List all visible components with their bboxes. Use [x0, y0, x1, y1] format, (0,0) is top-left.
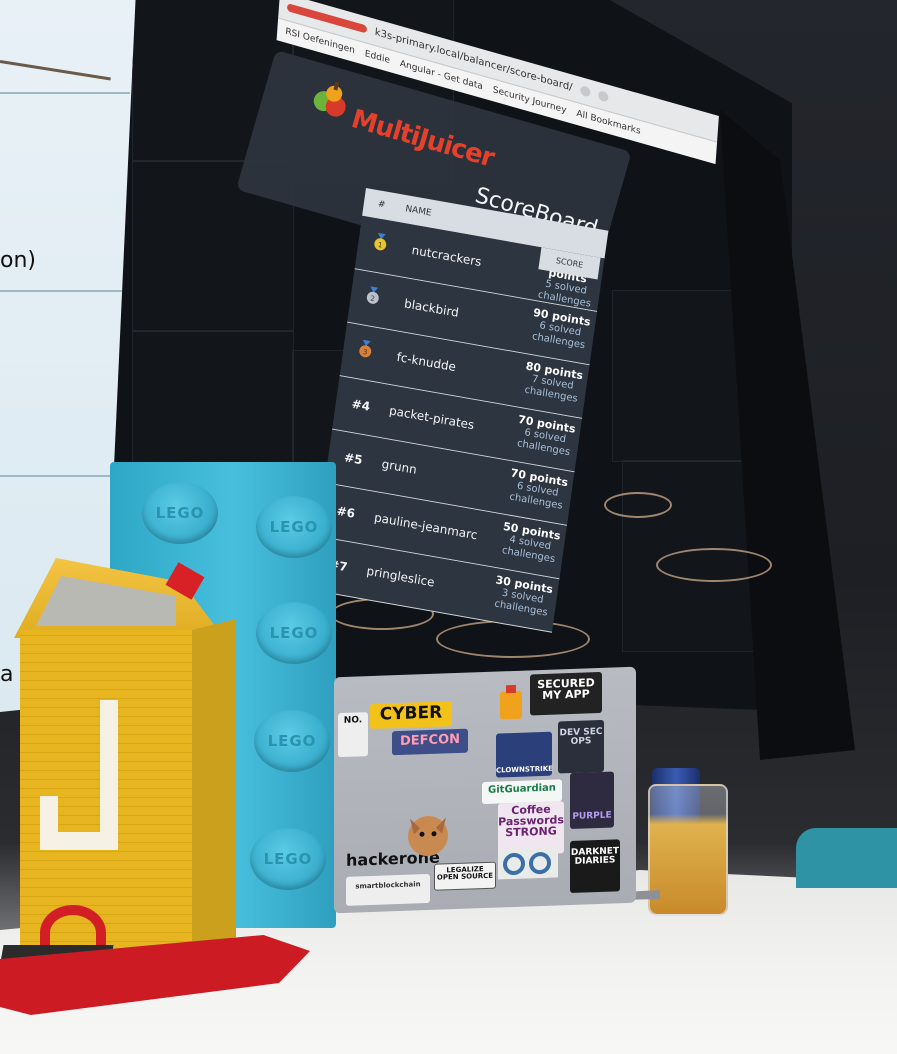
- projection-text: on): [0, 248, 36, 273]
- team-name: pringleslice: [365, 563, 436, 590]
- projection-divider: [0, 92, 130, 94]
- yellow-lego-house: [0, 558, 240, 960]
- team-score: 70 points 6 solved challenges: [506, 466, 570, 513]
- team-name: pauline-jeanmarc: [373, 510, 479, 543]
- sticker-secured: SECURED MY APP: [530, 671, 602, 716]
- multijuicer-logo-icon: [313, 81, 346, 117]
- photo-scene: on) a k3s-primary.local/balancer/score-b…: [0, 0, 897, 1054]
- gears-sticker-icon: [498, 847, 558, 880]
- house-letter-j: [40, 700, 140, 860]
- lego-stud: LEGO: [250, 828, 326, 890]
- sticker-darknet: DARKNET DIARIES: [570, 839, 620, 894]
- house-side-wall: [192, 619, 236, 948]
- team-score: 50 points 4 solved challenges: [498, 520, 562, 567]
- team-name: packet-pirates: [388, 403, 476, 433]
- team-name: fc-knudde: [395, 349, 457, 375]
- projection-divider: [0, 290, 130, 292]
- sticker-purple: PURPLE: [570, 771, 614, 830]
- sticker-clownstrike: CLOWNSTRIKE: [496, 731, 553, 778]
- team-name: grunn: [380, 456, 418, 477]
- gold-medal-icon: 1: [374, 232, 387, 251]
- sticker-devsecops: DEV SEC OPS: [558, 719, 604, 774]
- sticker-gitguardian: GitGuardian: [482, 779, 562, 805]
- lego-stud: LEGO: [256, 496, 332, 558]
- sticker-smartblockchain: smartblockchain: [346, 873, 430, 906]
- juice-shop-sticker-icon: [500, 684, 522, 720]
- team-score: 30 points 3 solved challenges: [491, 573, 555, 620]
- team-score: 80 points 7 solved challenges: [521, 359, 585, 406]
- sticker-legalize: LEGALIZE OPEN SOURCE: [434, 861, 496, 891]
- dog-sticker-icon: [408, 815, 448, 857]
- bookmark-item[interactable]: Eddie: [364, 49, 390, 66]
- row-rank: #6: [335, 503, 356, 521]
- extension-icon[interactable]: [598, 90, 609, 103]
- team-name: nutcrackers: [410, 242, 483, 270]
- team-name: blackbird: [403, 296, 460, 320]
- row-rank: #5: [343, 450, 364, 468]
- silver-medal-icon: 2: [366, 286, 379, 304]
- row-rank: #4: [350, 396, 371, 414]
- light-reflection: [604, 492, 672, 518]
- light-reflection: [656, 548, 772, 582]
- extension-icon[interactable]: [580, 84, 591, 98]
- laptop-lid: NO. CYBER DEFCON SECURED MY APP DEV SEC …: [334, 666, 636, 914]
- bronze-medal-icon: 3: [359, 339, 372, 358]
- beer-glass: [648, 784, 728, 916]
- sticker-strong: STRONG: [505, 824, 557, 840]
- team-score: 70 points 6 solved challenges: [513, 413, 577, 460]
- column-header-rank: #: [377, 199, 386, 211]
- sticker-defcon: DEFCON: [392, 728, 468, 756]
- sticker-cyber: CYBER: [370, 701, 452, 730]
- sticker-no: NO.: [338, 712, 368, 758]
- projection-line: [0, 60, 111, 81]
- column-header-name: NAME: [404, 204, 433, 219]
- lego-stud: LEGO: [254, 710, 330, 772]
- lego-stud: LEGO: [256, 602, 332, 664]
- brand-name: MultiJuicer: [347, 104, 498, 174]
- table-body: 1nutcrackers100 points5 solved challenge…: [309, 215, 605, 633]
- team-score: 90 points 6 solved challenges: [528, 306, 592, 353]
- chair: [796, 828, 897, 888]
- lego-stud: LEGO: [142, 482, 218, 544]
